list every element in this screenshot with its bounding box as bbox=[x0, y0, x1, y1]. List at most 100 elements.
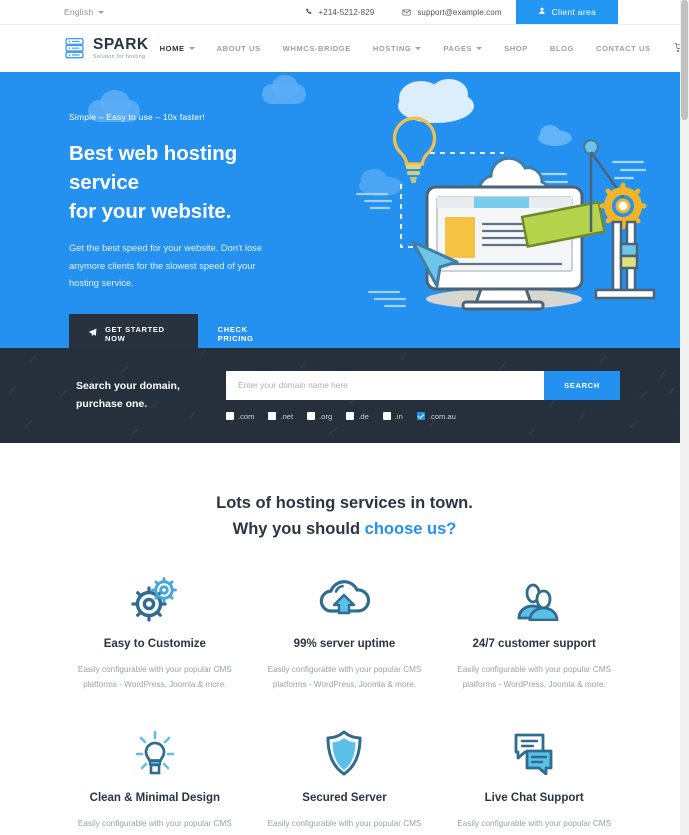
page-root: English +214-5212-829 support@example.co… bbox=[0, 0, 689, 835]
top-bar-left: English bbox=[0, 0, 105, 24]
domain-search-title: Search your domain, purchase one. bbox=[76, 371, 226, 414]
web-hosting-illustration bbox=[341, 74, 681, 348]
feature-card-secured-server: Secured Server Easily configurable with … bbox=[250, 728, 440, 835]
nav-item-whmcs-bridge[interactable]: WHMCS-BRIDGE bbox=[272, 44, 362, 53]
tld-option-com[interactable]: .com bbox=[226, 412, 254, 421]
feature-card-live-chat: Live Chat Support Easily configurable wi… bbox=[439, 728, 629, 835]
checkbox[interactable] bbox=[382, 412, 391, 420]
features-heading-highlight: choose us? bbox=[364, 519, 457, 538]
hero-title: Best web hosting service for your websit… bbox=[69, 139, 300, 226]
feature-card-minimal-design: Clean & Minimal Design Easily configurab… bbox=[60, 728, 250, 835]
top-bar: English +214-5212-829 support@example.co… bbox=[0, 0, 689, 25]
domain-input-row: SEARCH bbox=[226, 370, 689, 400]
checkbox[interactable] bbox=[226, 412, 234, 420]
tld-option-net[interactable]: .net bbox=[268, 412, 293, 421]
tld-option-com-au[interactable]: .com.au bbox=[416, 412, 456, 421]
nav-item-label: HOSTING bbox=[372, 44, 412, 53]
lightbulb-icon bbox=[66, 728, 244, 778]
hero-section: Simple – Easy to use – 10x faster! Best … bbox=[0, 72, 689, 348]
email-address: support@example.com bbox=[417, 7, 502, 17]
domain-search-form: SEARCH .com .net .org bbox=[226, 370, 689, 421]
client-area-label: Client area bbox=[551, 7, 596, 17]
features-heading-prefix: Why you should bbox=[232, 519, 365, 538]
hero-title-line-1: Best web hosting service bbox=[69, 142, 238, 195]
nav-item-blog[interactable]: BLOG bbox=[539, 44, 585, 53]
check-pricing-button[interactable]: CHECK PRICING bbox=[198, 314, 300, 348]
chat-bubbles-icon bbox=[445, 728, 623, 778]
features-heading-line-1: Lots of hosting services in town. bbox=[216, 494, 473, 512]
tld-option-in[interactable]: .in bbox=[382, 411, 403, 421]
phone-contact[interactable]: +214-5212-829 bbox=[291, 0, 389, 24]
check-pricing-label: CHECK PRICING bbox=[217, 324, 254, 343]
hero-content: Simple – Easy to use – 10x faster! Best … bbox=[0, 72, 300, 348]
feature-description: Easily configurable with your popular CM… bbox=[457, 819, 612, 835]
domain-search-button[interactable]: SEARCH bbox=[544, 370, 620, 400]
gears-icon bbox=[66, 574, 244, 624]
nav-item-label: BLOG bbox=[549, 44, 574, 53]
page-scrollbar[interactable] bbox=[680, 0, 689, 835]
get-started-button[interactable]: GET STARTED NOW bbox=[69, 313, 198, 348]
language-selector[interactable]: English bbox=[64, 7, 105, 17]
users-icon bbox=[445, 574, 623, 624]
get-started-label: GET STARTED NOW bbox=[105, 324, 165, 343]
tld-checkbox-group: .com .net .org .de .in .com.au bbox=[226, 412, 689, 421]
hero-title-line-2: for your website. bbox=[69, 200, 232, 224]
user-icon bbox=[538, 7, 546, 17]
nav-item-hosting[interactable]: HOSTING bbox=[362, 44, 432, 53]
features-heading-line-2: Why you should choose us? bbox=[60, 517, 629, 543]
hero-kicker: Simple – Easy to use – 10x faster! bbox=[69, 112, 205, 122]
checkbox-checked[interactable] bbox=[416, 412, 425, 420]
phone-icon bbox=[305, 8, 313, 16]
nav-item-about-us[interactable]: ABOUT US bbox=[206, 44, 272, 53]
top-bar-right: +214-5212-829 support@example.com Client… bbox=[291, 0, 689, 24]
cloud-upload-icon bbox=[256, 574, 434, 624]
feature-description: Easily configurable with your popular CM… bbox=[267, 665, 422, 690]
hero-buttons: GET STARTED NOW CHECK PRICING bbox=[69, 313, 300, 348]
tld-label: .de bbox=[358, 411, 369, 421]
features-heading: Lots of hosting services in town. Why yo… bbox=[60, 491, 629, 542]
checkbox[interactable] bbox=[346, 412, 355, 420]
scrollbar-thumb[interactable] bbox=[681, 0, 688, 120]
brand-text: SPARK Solution for hosting bbox=[93, 37, 149, 61]
tld-option-org[interactable]: .org bbox=[307, 412, 332, 421]
nav-item-label: ABOUT US bbox=[216, 44, 261, 53]
tld-label: .org bbox=[319, 411, 333, 421]
brand-logo[interactable]: SPARK Solution for hosting bbox=[64, 37, 149, 61]
nav-item-pages[interactable]: PAGES bbox=[432, 44, 493, 53]
tld-label: .net bbox=[280, 411, 294, 421]
checkbox[interactable] bbox=[268, 412, 277, 420]
domain-search-content: Search your domain, purchase one. SEARCH… bbox=[0, 370, 689, 421]
domain-title-line-1: Search your domain, bbox=[76, 379, 180, 392]
nav-item-contact-us[interactable]: CONTACT US bbox=[585, 44, 662, 53]
feature-card-customer-support: 24/7 customer support Easily configurabl… bbox=[439, 574, 629, 692]
brand-tagline: Solution for hosting bbox=[93, 54, 146, 61]
feature-description: Easily configurable with your popular CM… bbox=[457, 665, 612, 690]
features-grid: Easy to Customize Easily configurable wi… bbox=[60, 574, 629, 835]
features-section: Lots of hosting services in town. Why yo… bbox=[0, 443, 689, 835]
language-label: English bbox=[64, 7, 94, 17]
nav-item-label: PAGES bbox=[443, 44, 473, 53]
checkbox[interactable] bbox=[307, 412, 316, 420]
tld-option-de[interactable]: .de bbox=[346, 412, 369, 421]
domain-search-input[interactable] bbox=[226, 370, 544, 400]
feature-title: Live Chat Support bbox=[484, 792, 584, 805]
main-navigation: SPARK Solution for hosting HOME ABOUT US… bbox=[0, 25, 689, 72]
tld-label: .in bbox=[394, 411, 403, 421]
chevron-down-icon bbox=[188, 47, 195, 50]
feature-title: Clean & Minimal Design bbox=[89, 792, 220, 805]
domain-title-line-2: purchase one. bbox=[76, 397, 148, 410]
nav-item-label: CONTACT US bbox=[595, 44, 651, 53]
phone-number: +214-5212-829 bbox=[318, 7, 375, 17]
feature-card-server-uptime: 99% server uptime Easily configurable wi… bbox=[250, 574, 440, 692]
nav-item-shop[interactable]: SHOP bbox=[493, 44, 539, 53]
email-contact[interactable]: support@example.com bbox=[388, 0, 515, 24]
feature-title: 24/7 customer support bbox=[472, 638, 596, 651]
nav-item-home[interactable]: HOME bbox=[149, 44, 206, 53]
feature-description: Easily configurable with your popular CM… bbox=[267, 819, 422, 835]
paper-plane-icon bbox=[88, 328, 97, 339]
feature-title: 99% server uptime bbox=[293, 638, 396, 651]
envelope-icon bbox=[402, 8, 411, 17]
feature-description: Easily configurable with your popular CM… bbox=[77, 665, 232, 690]
client-area-button[interactable]: Client area bbox=[515, 0, 618, 24]
hero-subtitle: Get the best speed for your website. Don… bbox=[69, 243, 262, 288]
